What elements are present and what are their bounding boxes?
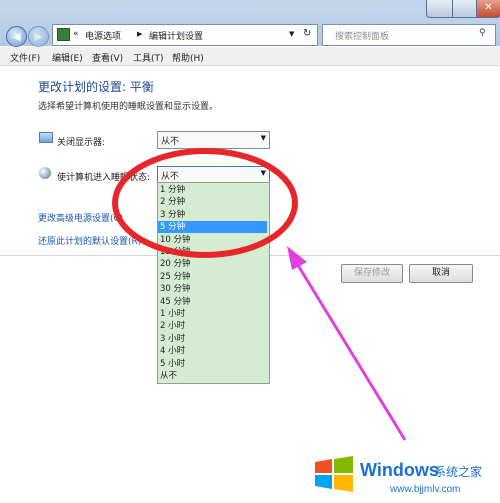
watermark-url: www.bjjmlv.com — [390, 484, 461, 495]
annotation-overlay — [112, 148, 407, 441]
annotation-arrow-line — [294, 261, 407, 441]
watermark-brand: Windows — [360, 460, 439, 480]
windows-logo-icon — [315, 456, 353, 492]
annotation-ellipse — [112, 148, 298, 258]
annotation-arrowhead — [287, 246, 307, 270]
watermark-site: 系统之家 — [434, 465, 483, 479]
